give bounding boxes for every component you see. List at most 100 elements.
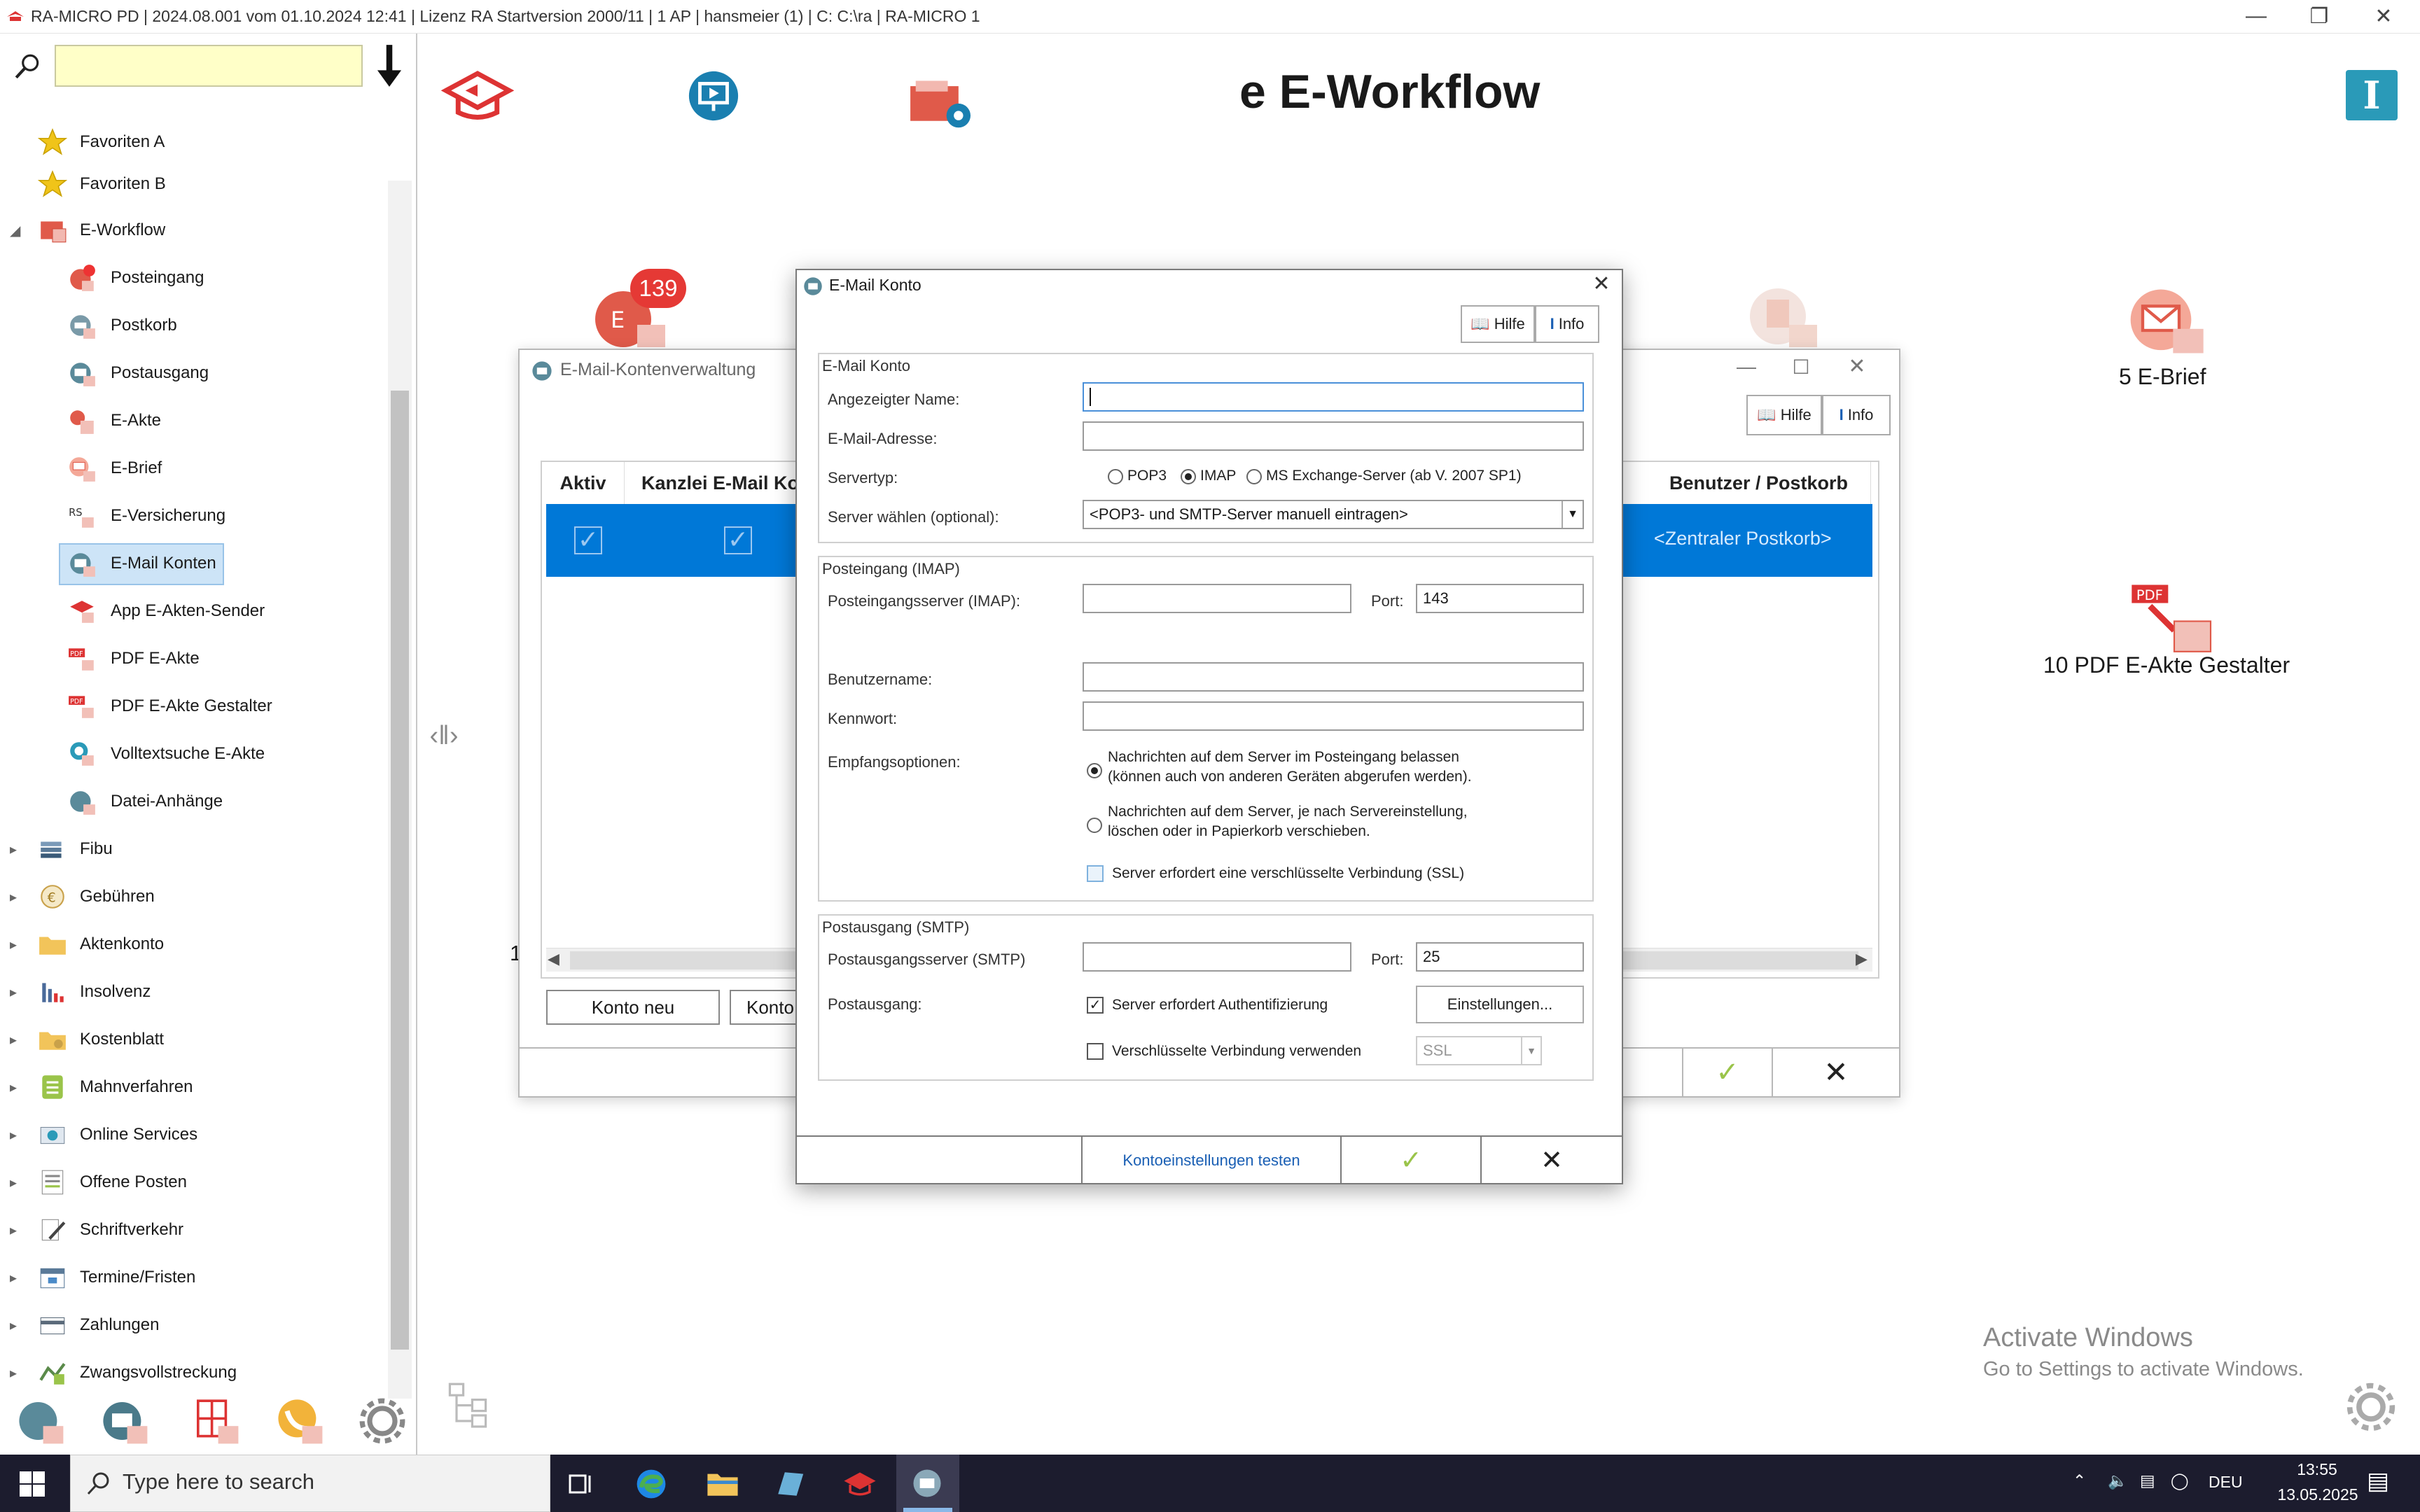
folder-settings-icon[interactable] <box>908 73 975 132</box>
exchange-radio[interactable] <box>1246 469 1262 484</box>
test-settings-button[interactable]: Kontoeinstellungen testen <box>1083 1137 1340 1184</box>
sidebar-section-aktenkonto[interactable]: ▸ Aktenkonto <box>0 921 392 967</box>
sidebar-item-e-versicherung[interactable]: RS E-Versicherung <box>0 493 392 539</box>
imap-radio[interactable] <box>1181 469 1196 484</box>
chevron-right-icon[interactable]: ▸ <box>10 1079 17 1096</box>
sidebar-section-online-services[interactable]: ▸ Online Services <box>0 1112 392 1158</box>
sidebar-section-mahnverfahren[interactable]: ▸ Mahnverfahren <box>0 1064 392 1110</box>
encrypt-dropdown[interactable]: SSL ▼ <box>1416 1036 1542 1065</box>
sidebar-item-e-akte[interactable]: E-Akte <box>0 398 392 444</box>
sidebar-item-postkorb[interactable]: Postkorb <box>0 302 392 349</box>
auth-label[interactable]: Server erfordert Authentifizierung <box>1112 995 1328 1015</box>
sidebar-section-kostenblatt[interactable]: ▸ Kostenblatt <box>0 1016 392 1063</box>
task-view-icon[interactable] <box>567 1470 595 1498</box>
ra-micro-taskbar-icon[interactable] <box>842 1469 878 1499</box>
delete-on-server-line2[interactable]: löschen oder in Papierkorb verschieben. <box>1108 822 1370 841</box>
chevron-right-icon[interactable]: ▸ <box>10 1174 17 1191</box>
minimize-button[interactable]: — <box>1725 356 1767 384</box>
sidebar-section-zwangsvollstreckung[interactable]: ▸ Zwangsvollstreckung <box>0 1350 392 1396</box>
sidebar-scrollbar[interactable] <box>388 181 412 1399</box>
settings-gear-icon[interactable] <box>2344 1380 2398 1434</box>
quick-postkorb-icon[interactable] <box>99 1396 150 1446</box>
sidebar-item-volltextsuche[interactable]: Volltextsuche E-Akte <box>0 731 392 777</box>
sidebar-section-zahlungen[interactable]: ▸ Zahlungen <box>0 1302 392 1348</box>
scrollbar-thumb[interactable] <box>391 391 409 1350</box>
encrypt-checkbox[interactable] <box>1087 1043 1104 1060</box>
search-icon[interactable] <box>13 52 42 81</box>
ssl-checkbox[interactable] <box>1087 865 1104 882</box>
info-button[interactable]: I Info <box>1535 305 1599 343</box>
notification-center-icon[interactable]: ▤ <box>2367 1467 2389 1495</box>
sidebar-item-pdf-e-akte[interactable]: PDF PDF E-Akte <box>0 636 392 682</box>
favorites-a-item[interactable]: Favoriten A <box>0 119 392 165</box>
cancel-x-button[interactable]: ✕ <box>1773 1049 1899 1096</box>
pdf-gestalter-tile-label[interactable]: 10 PDF E-Akte Gestalter <box>2043 652 2290 678</box>
konto-neu-button[interactable]: Konto neu <box>546 990 720 1025</box>
language-indicator[interactable]: DEU <box>2209 1473 2243 1492</box>
sidebar-item-pdf-e-akte-gestalter[interactable]: PDF PDF E-Akte Gestalter <box>0 683 392 729</box>
back-cap-icon[interactable] <box>441 69 514 125</box>
keep-on-server-radio[interactable] <box>1087 763 1102 778</box>
minimize-button[interactable]: — <box>2221 0 2291 32</box>
chevron-down-icon[interactable]: ◢ <box>10 222 20 239</box>
restore-button[interactable]: ❐ <box>2284 0 2354 32</box>
sidebar-section-gebuehren[interactable]: ▸ € Gebühren <box>0 874 392 920</box>
maximize-button[interactable]: ☐ <box>1780 356 1822 384</box>
kanzlei-checkbox[interactable]: ✓ <box>724 526 752 554</box>
scroll-left-icon[interactable]: ◀ <box>548 950 559 968</box>
encrypt-label[interactable]: Verschlüsselte Verbindung verwenden <box>1112 1042 1361 1061</box>
exchange-label[interactable]: MS Exchange-Server (ab V. 2007 SP1) <box>1266 466 1522 486</box>
close-button[interactable]: ✕ <box>2349 0 2419 32</box>
clock-date[interactable]: 13.05.2025 <box>2259 1485 2377 1504</box>
network-icon[interactable]: ▤ <box>2140 1471 2155 1490</box>
sidebar-item-e-brief[interactable]: E-Brief <box>0 445 392 491</box>
taskbar-search-box[interactable]: Type here to search <box>70 1455 550 1512</box>
auth-checkbox[interactable]: ✓ <box>1087 997 1104 1014</box>
column-header-benutzer[interactable]: Benutzer / Postkorb <box>1647 462 1871 504</box>
sidebar-section-insolvenz[interactable]: ▸ Insolvenz <box>0 969 392 1015</box>
sidebar-group-e-workflow[interactable]: ◢ E-Workflow <box>0 207 392 253</box>
keep-on-server-line1[interactable]: Nachrichten auf dem Server im Posteingan… <box>1108 748 1459 767</box>
column-header-kanzlei[interactable]: Kanzlei E-Mail Ko <box>625 462 807 504</box>
info-icon[interactable]: I <box>2346 70 2398 120</box>
quick-inbox-icon[interactable] <box>15 1396 66 1446</box>
pop3-label[interactable]: POP3 <box>1127 466 1167 486</box>
faded-tile-icon[interactable] <box>1741 283 1832 353</box>
chevron-right-icon[interactable]: ▸ <box>10 1222 17 1239</box>
quick-document-icon[interactable] <box>190 1396 241 1446</box>
cancel-x-button[interactable]: ✕ <box>1482 1137 1622 1184</box>
sidebar-section-termine-fristen[interactable]: ▸ Termine/Fristen <box>0 1254 392 1301</box>
search-input[interactable] <box>55 45 363 87</box>
quick-phone-icon[interactable] <box>274 1396 325 1446</box>
favorites-b-item[interactable]: Favoriten B <box>0 161 392 207</box>
chevron-down-icon[interactable]: ▼ <box>1562 501 1583 528</box>
chevron-down-icon[interactable]: ▼ <box>1521 1037 1541 1064</box>
help-button[interactable]: 📖 Hilfe <box>1746 395 1822 435</box>
notepad-app-icon[interactable] <box>773 1469 807 1499</box>
windows-start-icon[interactable] <box>18 1470 46 1498</box>
keep-on-server-line2[interactable]: (können auch von anderen Geräten abgeruf… <box>1108 767 1472 787</box>
tree-structure-icon[interactable] <box>445 1379 490 1429</box>
tray-chevron-up-icon[interactable]: ⌃ <box>2073 1471 2086 1490</box>
e-brief-tile-label[interactable]: 5 E-Brief <box>2119 364 2206 390</box>
chevron-right-icon[interactable]: ▸ <box>10 888 17 906</box>
chevron-right-icon[interactable]: ▸ <box>10 1031 17 1049</box>
chevron-right-icon[interactable]: ▸ <box>10 1317 17 1334</box>
server-select-dropdown[interactable]: <POP3- und SMTP-Server manuell eintragen… <box>1083 500 1584 529</box>
chevron-right-icon[interactable]: ▸ <box>10 936 17 953</box>
aktiv-checkbox[interactable]: ✓ <box>574 526 602 554</box>
username-input[interactable] <box>1083 662 1584 692</box>
email-address-input[interactable] <box>1083 421 1584 451</box>
ok-check-button[interactable]: ✓ <box>1683 1049 1772 1096</box>
chevron-right-icon[interactable]: ▸ <box>10 983 17 1001</box>
ssl-label[interactable]: Server erfordert eine verschlüsselte Ver… <box>1112 864 1464 883</box>
sidebar-section-schriftverkehr[interactable]: ▸ Schriftverkehr <box>0 1207 392 1253</box>
close-button[interactable]: ✕ <box>1584 272 1619 301</box>
info-button[interactable]: I Info <box>1822 395 1891 435</box>
close-button[interactable]: ✕ <box>1836 354 1878 382</box>
column-header-aktiv[interactable]: Aktiv <box>542 462 625 504</box>
pdf-gestalter-tile-icon[interactable]: PDF <box>2129 578 2220 655</box>
edge-browser-icon[interactable] <box>634 1467 668 1501</box>
display-name-input[interactable] <box>1083 382 1584 412</box>
arrow-down-icon[interactable] <box>374 43 405 88</box>
